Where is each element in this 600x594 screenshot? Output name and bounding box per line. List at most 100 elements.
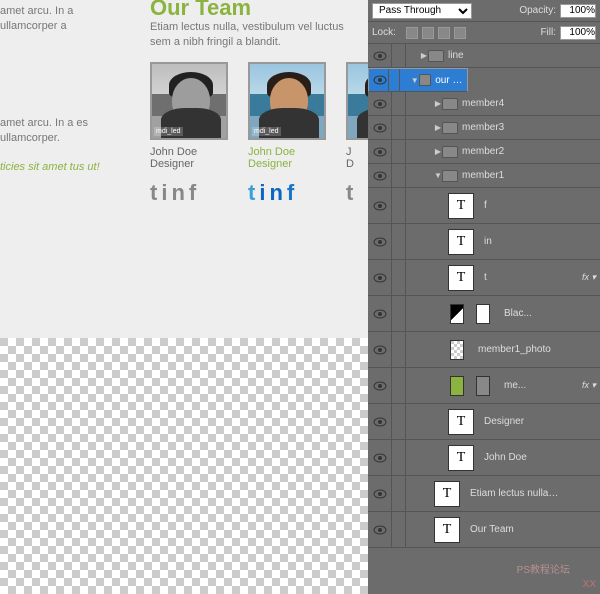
layer-row[interactable]: member1_photo	[368, 332, 600, 368]
lock-col	[392, 224, 406, 259]
visibility-toggle[interactable]	[368, 188, 392, 223]
member-photo: mdi_led	[150, 62, 228, 140]
expand-arrow-icon[interactable]: ▶	[434, 99, 442, 108]
folder-icon	[442, 122, 458, 134]
team-member: mdi_led John Doe Designer tinf	[150, 62, 232, 206]
folder-icon	[442, 170, 458, 182]
visibility-toggle[interactable]	[368, 512, 392, 547]
layer-row[interactable]: Blac...	[368, 296, 600, 332]
team-member: mdi_led John Doe Designer tinf	[248, 62, 330, 206]
text-layer-icon: T	[448, 265, 474, 291]
layer-row[interactable]: Tf	[368, 188, 600, 224]
lock-col	[392, 368, 406, 403]
lock-col	[392, 332, 406, 367]
member-name: John Doe	[150, 146, 232, 158]
text-layer-icon: T	[448, 229, 474, 255]
visibility-toggle[interactable]	[368, 260, 392, 295]
visibility-toggle[interactable]	[368, 332, 392, 367]
social-icons: tinf	[150, 180, 232, 206]
visibility-toggle[interactable]	[368, 296, 392, 331]
layer-label: Our Team	[470, 524, 514, 535]
visibility-toggle[interactable]	[371, 69, 389, 91]
layer-label: member4	[462, 98, 504, 109]
facebook-icon: f	[287, 180, 298, 206]
opacity-label: Opacity:	[519, 5, 556, 16]
photo-badge: mdi_led	[154, 127, 183, 136]
lock-image-icon[interactable]	[422, 27, 434, 39]
text-layer-icon: T	[434, 517, 460, 543]
layer-thumb-icon	[450, 376, 464, 396]
expand-arrow-icon[interactable]: ▼	[411, 76, 419, 85]
lock-col	[392, 116, 406, 139]
member-role: Designer	[150, 158, 232, 170]
layer-row[interactable]: Tt fx ▾	[368, 260, 600, 296]
lock-col	[389, 69, 400, 91]
layer-row[interactable]: ▼ member1	[368, 164, 600, 188]
layer-row[interactable]: T Our Team	[368, 512, 600, 548]
fx-badge[interactable]: fx ▾	[582, 380, 596, 391]
body-text-1: amet arcu. In a ullamcorper a	[0, 4, 130, 35]
expand-arrow-icon[interactable]: ▶	[434, 147, 442, 156]
layer-row[interactable]: ▶line	[368, 44, 600, 68]
visibility-toggle[interactable]	[368, 92, 392, 115]
fill-input[interactable]	[560, 26, 596, 40]
layer-row[interactable]: T John Doe	[368, 440, 600, 476]
layers-list[interactable]: ▶line▼our team▶member4▶member3▶member2▼m…	[368, 44, 600, 594]
twitter-icon: t	[150, 180, 161, 206]
layer-label: me...	[504, 380, 526, 391]
twitter-icon: t	[346, 180, 357, 206]
layer-label: member1	[462, 170, 504, 181]
opacity-input[interactable]	[560, 4, 596, 18]
visibility-toggle[interactable]	[368, 404, 392, 439]
lock-col	[392, 476, 406, 511]
layer-row[interactable]: ▶member3	[368, 116, 600, 140]
expand-arrow-icon[interactable]: ▶	[420, 51, 428, 60]
layer-label: t	[484, 272, 487, 283]
visibility-toggle[interactable]	[368, 44, 392, 67]
visibility-toggle[interactable]	[368, 440, 392, 475]
layers-panel: Pass Through Opacity: Lock: Fill: ▶line▼…	[368, 0, 600, 594]
layer-row[interactable]: me... fx ▾	[368, 368, 600, 404]
link-icon	[466, 381, 472, 391]
layer-row[interactable]: ▶ member2	[368, 140, 600, 164]
visibility-toggle[interactable]	[368, 116, 392, 139]
lock-transparent-icon[interactable]	[406, 27, 418, 39]
layer-label: f	[484, 200, 487, 211]
visibility-toggle[interactable]	[368, 140, 392, 163]
layer-label: in	[484, 236, 492, 247]
layer-label: member1_photo	[478, 344, 551, 355]
layer-label: member2	[462, 146, 504, 157]
member-photo: mdi_led	[248, 62, 326, 140]
fx-badge[interactable]: fx ▾	[582, 272, 596, 283]
layer-label: John Doe	[484, 452, 527, 463]
text-layer-icon: T	[448, 445, 474, 471]
layer-row[interactable]: TEtiam lectus nulla, ...	[368, 476, 600, 512]
lock-col	[392, 164, 406, 187]
design-canvas[interactable]: amet arcu. In a ullamcorper a amet arcu.…	[0, 0, 368, 594]
expand-arrow-icon[interactable]: ▼	[434, 171, 442, 180]
layer-label: Blac...	[504, 308, 532, 319]
lock-position-icon[interactable]	[438, 27, 450, 39]
link-icon	[466, 309, 472, 319]
layer-row[interactable]: Tin	[368, 224, 600, 260]
visibility-toggle[interactable]	[368, 476, 392, 511]
blend-row: Pass Through Opacity:	[368, 0, 600, 22]
text-layer-icon: T	[448, 193, 474, 219]
layer-thumb-icon	[476, 376, 490, 396]
visibility-toggle[interactable]	[368, 224, 392, 259]
text-layer-icon: T	[448, 409, 474, 435]
layer-row[interactable]: ▼our team	[368, 68, 468, 92]
transparent-area	[0, 338, 368, 594]
lock-all-icon[interactable]	[454, 27, 466, 39]
expand-arrow-icon[interactable]: ▶	[434, 123, 442, 132]
layer-row[interactable]: T Designer	[368, 404, 600, 440]
visibility-toggle[interactable]	[368, 368, 392, 403]
blend-mode-select[interactable]: Pass Through	[372, 3, 472, 19]
layer-label: Etiam lectus nulla, ...	[470, 488, 560, 499]
visibility-toggle[interactable]	[368, 164, 392, 187]
layer-row[interactable]: ▶ member4	[368, 92, 600, 116]
lock-col	[392, 44, 406, 67]
layer-label: Designer	[484, 416, 524, 427]
link-icon	[466, 345, 472, 355]
member-role: Designer	[248, 158, 330, 170]
